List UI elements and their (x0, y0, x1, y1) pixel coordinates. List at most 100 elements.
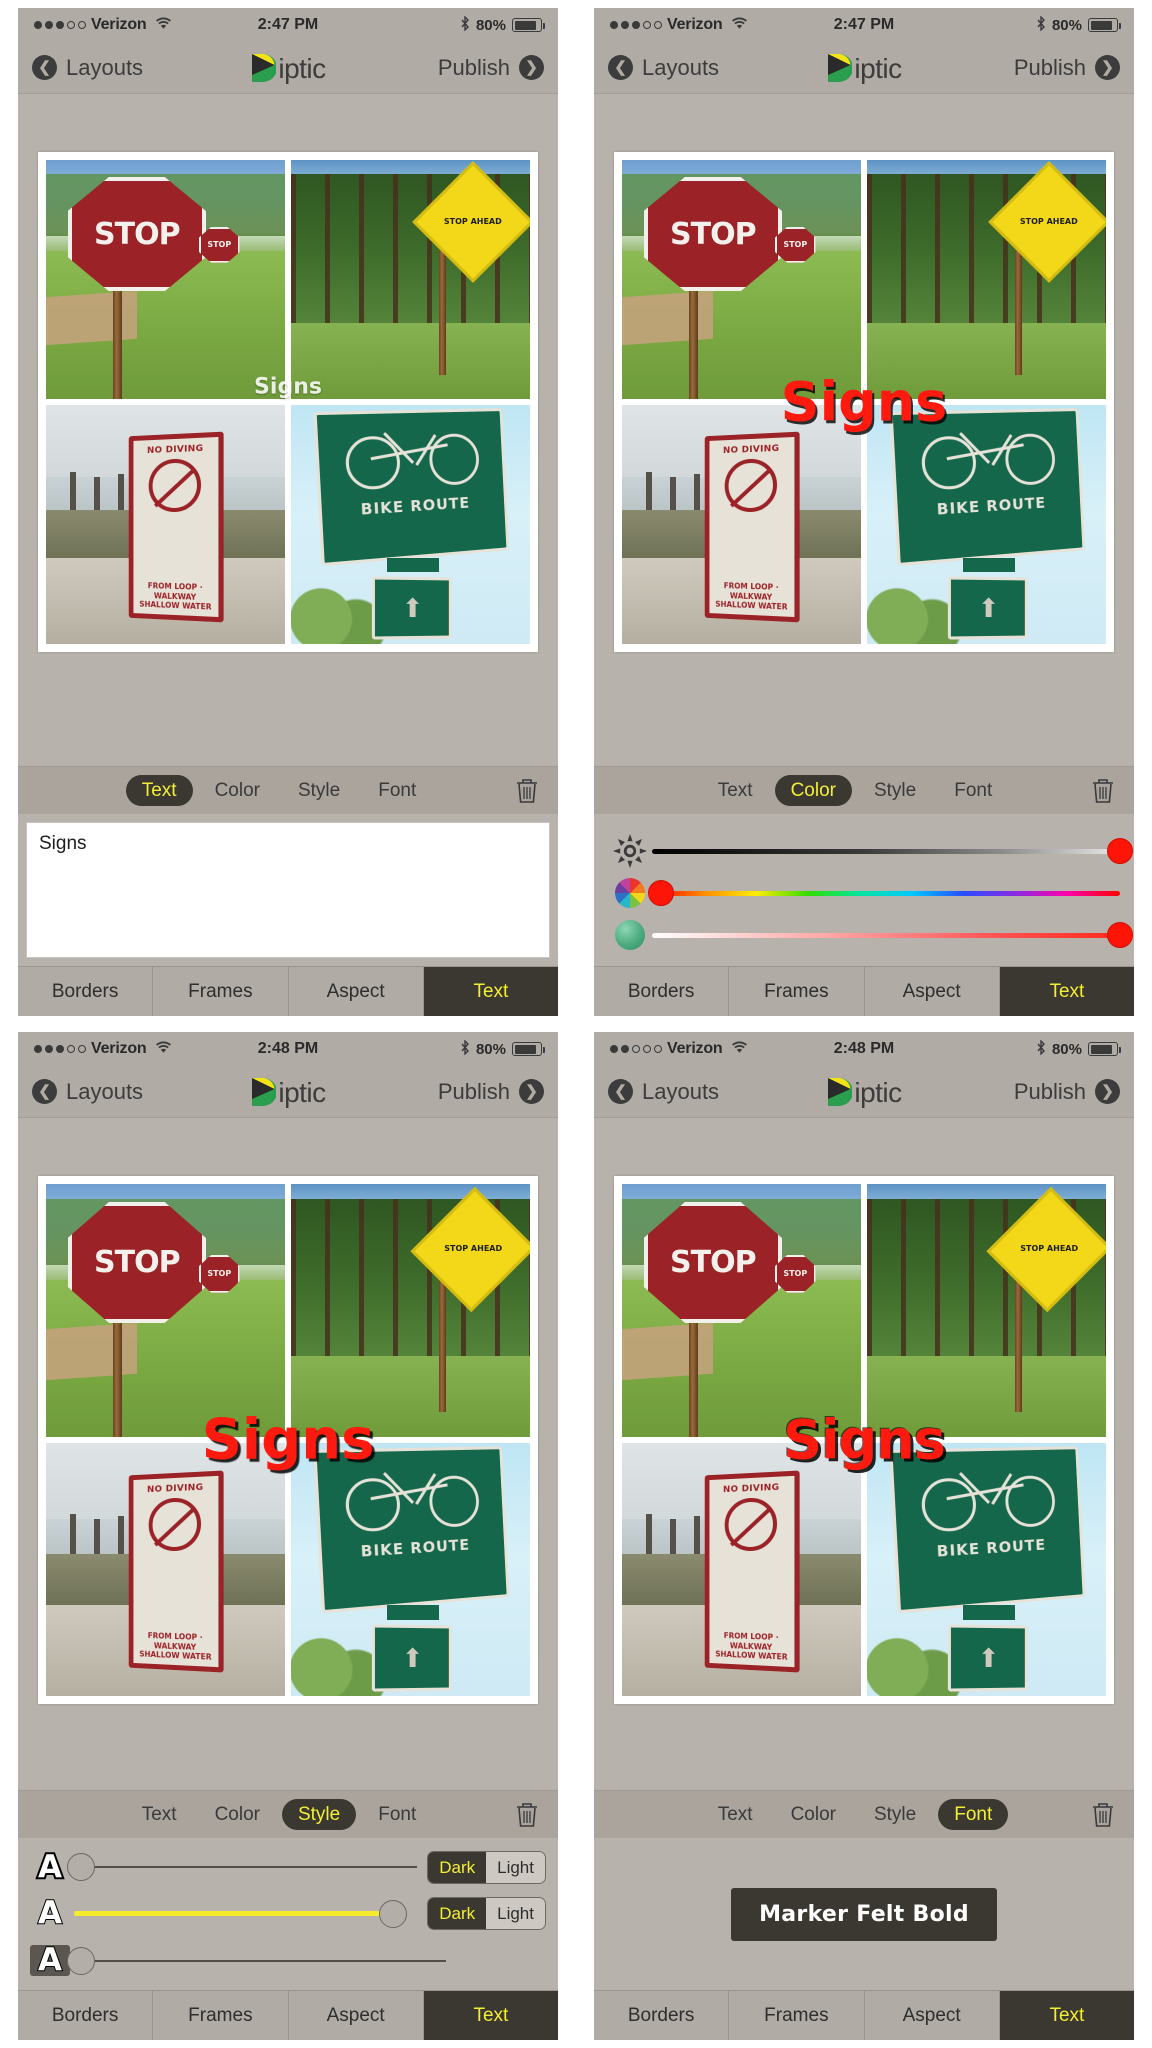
back-to-layouts-button[interactable]: ❮ Layouts (608, 55, 719, 81)
tab-style[interactable]: Style (281, 1799, 357, 1830)
canvas-area: STOP STOP STOP AHEAD NO DIVING FROM LOOP… (18, 1118, 558, 1790)
bottom-tab-frames[interactable]: Frames (729, 967, 865, 1016)
bottom-tab-aspect[interactable]: Aspect (865, 967, 1000, 1016)
glow-light-option[interactable]: Light (486, 1898, 545, 1930)
text-input[interactable]: Signs (26, 822, 550, 958)
bottom-tab-aspect[interactable]: Aspect (289, 1991, 424, 2040)
collage-cell-stop-sign[interactable]: STOP STOP (46, 1184, 285, 1437)
bottom-tab-frames[interactable]: Frames (153, 1991, 289, 2040)
collage-cell-stop-sign[interactable]: STOP STOP (622, 160, 861, 399)
collage-cell-stop-ahead[interactable]: STOP AHEAD (291, 160, 530, 399)
collage-cell-no-diving[interactable]: NO DIVING FROM LOOP · WALKWAY SHALLOW WA… (46, 405, 285, 644)
bottom-tab-frames[interactable]: Frames (729, 1991, 865, 2040)
saturation-slider-row[interactable] (608, 914, 1133, 956)
hue-slider[interactable] (648, 880, 1120, 906)
style-row-background[interactable]: A (30, 1939, 546, 1983)
saturation-knob[interactable] (1107, 922, 1133, 948)
glow-dark-light-segment[interactable]: Dark Light (427, 1897, 546, 1931)
collage-cell-stop-ahead[interactable]: STOP AHEAD (291, 1184, 530, 1437)
panel-text: Verizon 2:47 PM 80% ❮ Layouts iptic Publ… (0, 0, 576, 1024)
tab-style[interactable]: Style (858, 1799, 932, 1830)
collage-cell-no-diving[interactable]: NO DIVING FROM LOOP · WALKWAY SHALLOW WA… (622, 1443, 861, 1696)
collage-cell-no-diving[interactable]: NO DIVING FROM LOOP · WALKWAY SHALLOW WA… (622, 405, 861, 644)
tab-color[interactable]: Color (199, 1799, 276, 1830)
brightness-slider-row[interactable] (608, 830, 1133, 872)
publish-label: Publish (1013, 54, 1086, 80)
canvas-area: STOP STOP STOP AHEAD NO DIVING FROM LOOP… (18, 94, 558, 766)
collage-cell-bike-route[interactable]: BIKE ROUTE ⬆ (291, 1443, 530, 1696)
tab-text[interactable]: Text (125, 775, 193, 806)
brightness-slider[interactable] (652, 838, 1133, 864)
trash-icon[interactable] (514, 777, 540, 805)
hue-slider-row[interactable] (608, 872, 1120, 914)
tab-style[interactable]: Style (282, 775, 356, 806)
bottom-tab-borders[interactable]: Borders (594, 967, 730, 1016)
collage-cell-stop-sign[interactable]: STOP STOP (46, 160, 285, 399)
outline-knob[interactable] (66, 1853, 95, 1882)
bottom-tab-borders[interactable]: Borders (594, 1991, 730, 2040)
collage-cell-stop-ahead[interactable]: STOP AHEAD (867, 1184, 1106, 1437)
bottom-tab-aspect[interactable]: Aspect (865, 1991, 1000, 2040)
back-chevron-icon: ❮ (608, 55, 633, 80)
style-row-outline[interactable]: A Dark Light (30, 1845, 546, 1889)
back-to-layouts-button[interactable]: ❮ Layouts (608, 1079, 719, 1105)
trash-icon[interactable] (1090, 777, 1116, 805)
bottom-tab-text[interactable]: Text (999, 967, 1134, 1016)
tab-font[interactable]: Font (362, 1799, 432, 1830)
saturation-slider[interactable] (652, 922, 1133, 948)
tab-text[interactable]: Text (702, 775, 769, 806)
tab-color[interactable]: Color (199, 775, 276, 806)
glow-knob[interactable] (379, 1899, 408, 1928)
tab-font[interactable]: Font (938, 1799, 1009, 1830)
collage-cell-no-diving[interactable]: NO DIVING FROM LOOP · WALKWAY SHALLOW WA… (46, 1443, 285, 1696)
collage-cell-stop-sign[interactable]: STOP STOP (622, 1184, 861, 1437)
tab-font[interactable]: Font (938, 775, 1008, 806)
tab-style[interactable]: Style (858, 775, 932, 806)
tab-text[interactable]: Text (702, 1799, 769, 1830)
background-knob[interactable] (67, 1946, 96, 1975)
outline-slider[interactable] (66, 1852, 418, 1882)
publish-button[interactable]: Publish ❯ (438, 55, 544, 81)
publish-button[interactable]: Publish ❯ (438, 1079, 544, 1105)
collage-cell-bike-route[interactable]: BIKE ROUTE ⬆ (291, 405, 530, 644)
back-label: Layouts (642, 54, 720, 80)
publish-button[interactable]: Publish ❯ (1014, 1079, 1120, 1105)
outline-dark-option[interactable]: Dark (428, 1851, 487, 1883)
font-option-marker-felt-bold[interactable]: Marker Felt Bold (731, 1887, 997, 1941)
tab-text[interactable]: Text (126, 1799, 193, 1830)
glow-slider[interactable] (74, 1899, 417, 1929)
bluetooth-icon (1036, 15, 1046, 34)
trash-icon[interactable] (1090, 1801, 1116, 1829)
outline-dark-light-segment[interactable]: Dark Light (427, 1850, 546, 1884)
collage-cell-stop-ahead[interactable]: STOP AHEAD (867, 160, 1106, 399)
collage-canvas[interactable]: STOP STOP STOP AHEAD NO DIVING FROM LOOP… (38, 1176, 538, 1704)
back-to-layouts-button[interactable]: ❮ Layouts (32, 55, 143, 81)
back-to-layouts-button[interactable]: ❮ Layouts (32, 1079, 143, 1105)
publish-label: Publish (1013, 1078, 1086, 1104)
brightness-knob[interactable] (1107, 838, 1133, 864)
collage-canvas[interactable]: STOP STOP STOP AHEAD NO DIVING FROM LOOP… (614, 1176, 1114, 1704)
publish-button[interactable]: Publish ❯ (1014, 55, 1120, 81)
trash-icon[interactable] (514, 1801, 540, 1829)
bottom-tab-aspect[interactable]: Aspect (289, 967, 424, 1016)
tab-font[interactable]: Font (362, 775, 432, 806)
collage-canvas[interactable]: STOP STOP STOP AHEAD NO DIVING FROM LOOP… (614, 152, 1114, 652)
hue-knob[interactable] (648, 880, 675, 906)
bottom-tab-text[interactable]: Text (423, 967, 558, 1016)
status-left: Verizon (610, 1040, 748, 1058)
collage-canvas[interactable]: STOP STOP STOP AHEAD NO DIVING FROM LOOP… (38, 152, 538, 652)
bottom-tab-borders[interactable]: Borders (18, 1991, 154, 2040)
background-slider[interactable] (67, 1946, 446, 1976)
collage-cell-bike-route[interactable]: BIKE ROUTE ⬆ (867, 405, 1106, 644)
bottom-tab-frames[interactable]: Frames (153, 967, 289, 1016)
tab-color[interactable]: Color (774, 775, 852, 806)
bottom-tab-borders[interactable]: Borders (18, 967, 154, 1016)
bottom-tab-text[interactable]: Text (999, 1991, 1134, 2040)
glow-dark-option[interactable]: Dark (428, 1898, 487, 1930)
collage-cell-bike-route[interactable]: BIKE ROUTE ⬆ (867, 1443, 1106, 1696)
tab-color[interactable]: Color (775, 1799, 852, 1830)
outline-light-option[interactable]: Light (486, 1851, 545, 1883)
style-row-glow[interactable]: A Dark Light (30, 1892, 546, 1936)
carrier-label: Verizon (91, 16, 147, 33)
bottom-tab-text[interactable]: Text (423, 1991, 558, 2040)
